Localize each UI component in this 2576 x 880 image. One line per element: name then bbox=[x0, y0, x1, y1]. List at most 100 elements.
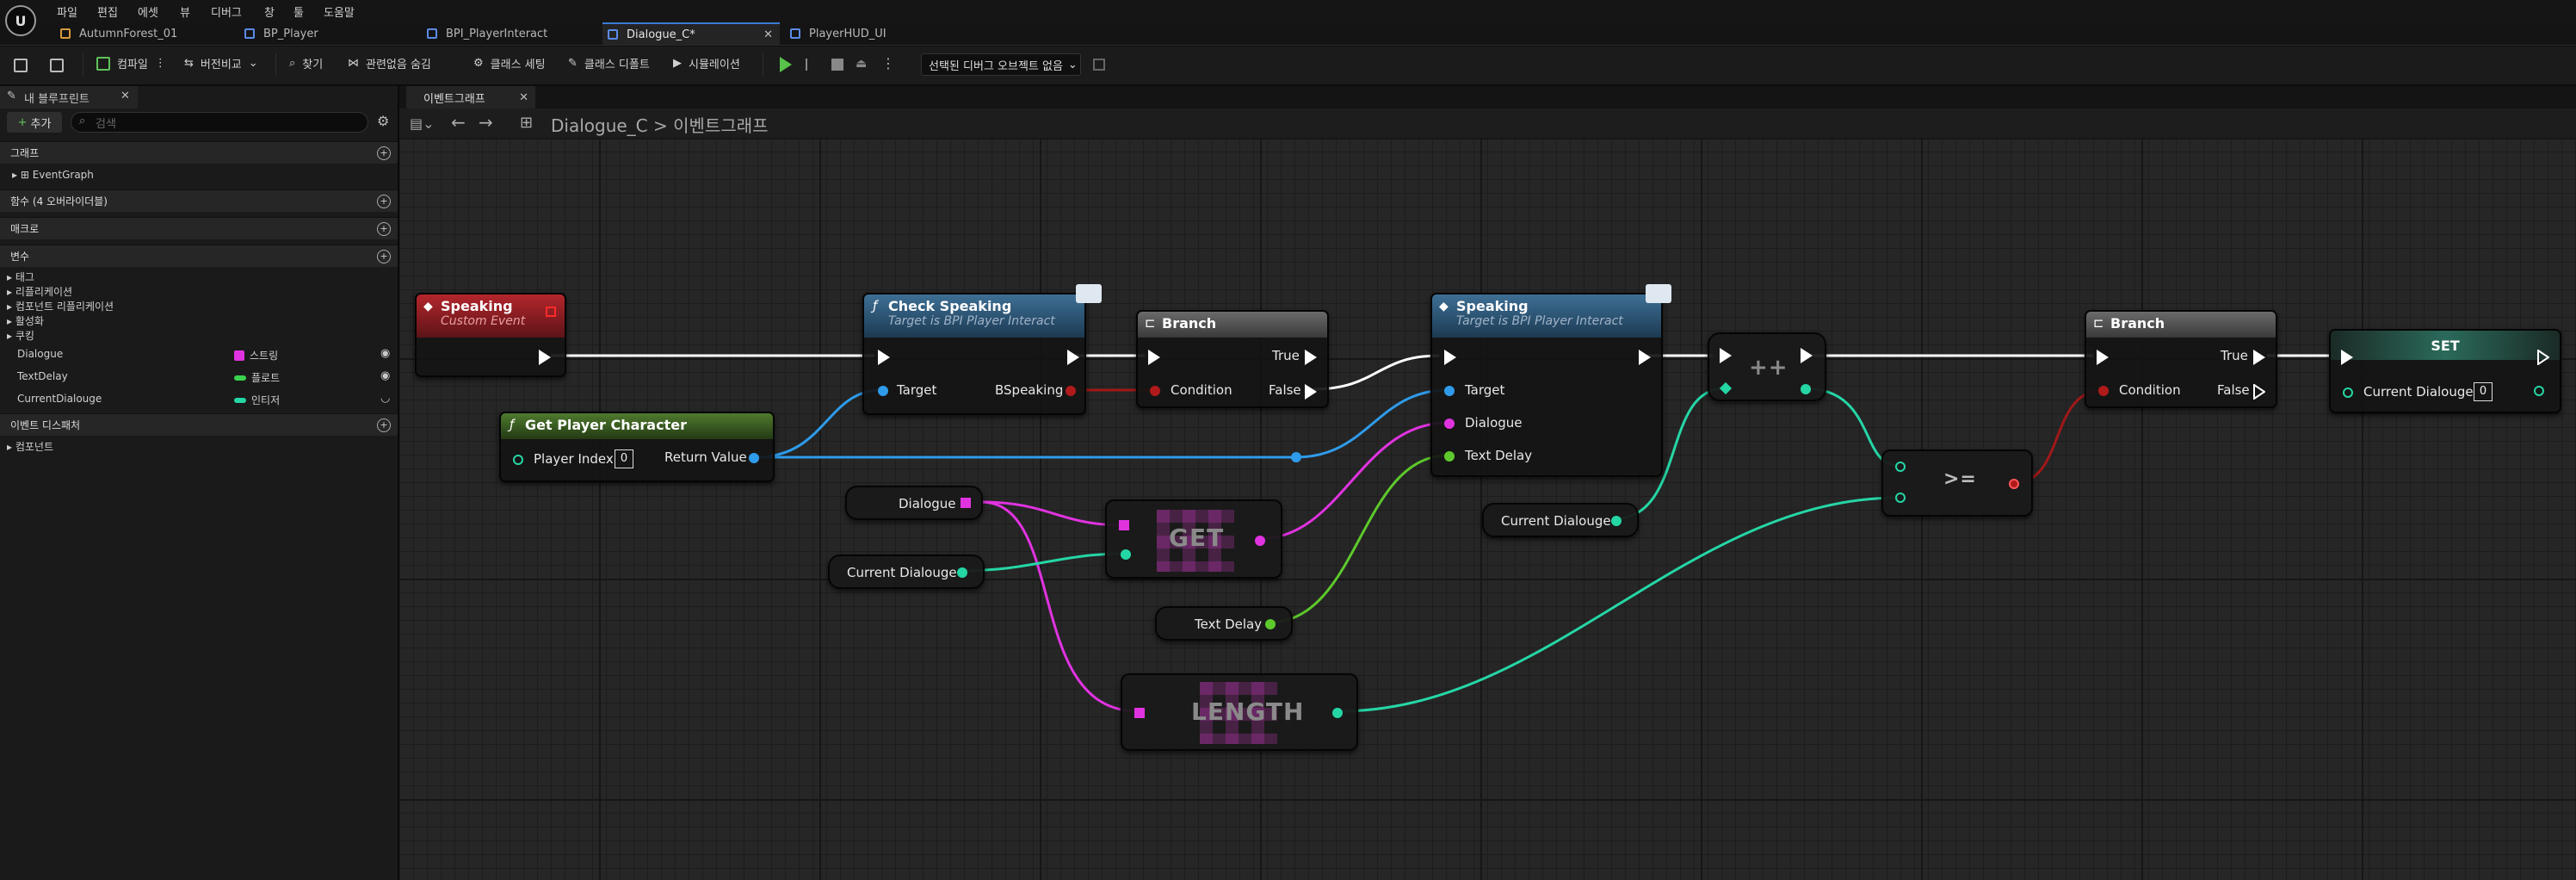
exec-out-pin[interactable] bbox=[1067, 350, 1079, 365]
node-label: GET bbox=[1169, 524, 1225, 552]
pin-label: Condition bbox=[1171, 382, 1232, 398]
b-in-pin[interactable] bbox=[1895, 493, 1906, 503]
text-delay-pin[interactable] bbox=[1444, 451, 1455, 462]
node-speaking-message[interactable]: Speaking Target is BPI Player Interact ◆… bbox=[1430, 284, 1671, 477]
pin-label: Condition bbox=[2119, 382, 2181, 398]
index-in-pin[interactable] bbox=[1121, 549, 1131, 560]
node-header: Check Speaking Target is BPI Player Inte… bbox=[864, 294, 1084, 338]
a-in-pin[interactable] bbox=[1895, 462, 1906, 472]
node-check-speaking[interactable]: Check Speaking Target is BPI Player Inte… bbox=[862, 284, 1102, 415]
target-pin[interactable] bbox=[1444, 386, 1455, 396]
integer-out-pin[interactable] bbox=[957, 567, 967, 578]
current-dialouge-in-pin[interactable] bbox=[2343, 387, 2353, 398]
branch-icon: ⊏ bbox=[2093, 315, 2104, 331]
integer-out-pin[interactable] bbox=[1611, 516, 1622, 526]
node-greater-equal[interactable]: >= bbox=[1881, 449, 2033, 517]
node-get-current-dialouge-2[interactable]: Current Dialouge bbox=[1482, 503, 1639, 537]
pin-label: True bbox=[2221, 348, 2248, 363]
exec-in-pin[interactable] bbox=[1720, 348, 1732, 363]
integer-out-pin[interactable] bbox=[1801, 384, 1811, 394]
string-array-wire bbox=[980, 500, 1125, 527]
player-index-pin[interactable] bbox=[513, 455, 523, 465]
array-in-pin[interactable] bbox=[1134, 708, 1145, 718]
float-wire bbox=[1268, 454, 1449, 624]
array-in-pin[interactable] bbox=[1119, 520, 1129, 530]
exec-in-pin[interactable] bbox=[878, 350, 890, 365]
pin-label: Text Delay bbox=[1465, 448, 1533, 463]
bspeaking-pin[interactable] bbox=[1066, 386, 1076, 396]
current-dialouge-input[interactable]: 0 bbox=[2474, 382, 2493, 401]
variable-label: Current Dialouge bbox=[847, 565, 957, 580]
variable-label: Text Delay bbox=[1195, 617, 1263, 632]
node-set[interactable]: SET Current Dialouge 0 bbox=[2329, 329, 2561, 413]
function-icon: ƒ bbox=[510, 417, 515, 432]
event-icon: ◆ bbox=[423, 300, 433, 313]
node-branch-2[interactable]: Branch ⊏ True Condition False bbox=[2085, 310, 2277, 408]
node-get-text-delay[interactable]: Text Delay bbox=[1155, 606, 1293, 641]
pin-label: Return Value bbox=[664, 449, 747, 465]
pin-label: Target bbox=[1465, 382, 1505, 398]
node-branch[interactable]: Branch ⊏ True Condition False bbox=[1136, 310, 1329, 408]
pin-label: False bbox=[2217, 382, 2250, 398]
string-array-pin[interactable] bbox=[961, 498, 971, 508]
node-label: LENGTH bbox=[1191, 697, 1305, 726]
pin-label: Dialogue bbox=[1465, 415, 1523, 431]
false-exec-pin[interactable] bbox=[1305, 384, 1317, 400]
variable-label: Dialogue bbox=[899, 496, 956, 511]
node-subtitle: Target is BPI Player Interact bbox=[1456, 314, 1623, 328]
variable-label: Current Dialouge bbox=[1501, 513, 1611, 529]
exec-in-pin[interactable] bbox=[2341, 350, 2353, 365]
pin-label: Target bbox=[897, 382, 937, 398]
pin-label: BSpeaking bbox=[995, 382, 1064, 398]
integer-out-pin[interactable] bbox=[1332, 708, 1343, 718]
node-header: Get Player Character bbox=[501, 413, 773, 439]
node-title: Speaking bbox=[1456, 298, 1529, 314]
node-header: Speaking Custom Event bbox=[417, 294, 565, 338]
event-icon: ◆ bbox=[1439, 300, 1449, 313]
pin-label: Current Dialouge bbox=[2363, 384, 2474, 400]
exec-out-pin[interactable] bbox=[539, 350, 551, 365]
node-label: ++ bbox=[1749, 355, 1788, 381]
node-get-player-character[interactable]: Get Player Character ƒ Player Index 0 Re… bbox=[499, 412, 775, 482]
branch-icon: ⊏ bbox=[1145, 315, 1156, 331]
node-header: Speaking Target is BPI Player Interact bbox=[1432, 294, 1661, 338]
player-index-input[interactable]: 0 bbox=[615, 449, 633, 468]
return-value-pin[interactable] bbox=[749, 453, 759, 463]
pin-label: False bbox=[1269, 382, 1301, 398]
node-label: >= bbox=[1943, 468, 1977, 490]
node-title: Branch bbox=[1162, 315, 1217, 332]
exec-out-pin[interactable] bbox=[2537, 349, 2550, 369]
interface-message-icon bbox=[1076, 284, 1102, 303]
exec-out-pin[interactable] bbox=[1801, 348, 1813, 363]
node-get-current-dialouge[interactable]: Current Dialouge bbox=[828, 555, 985, 589]
node-subtitle: Target is BPI Player Interact bbox=[888, 314, 1055, 328]
object-wire bbox=[756, 388, 1449, 459]
node-speaking-event[interactable]: Speaking Custom Event ◆ bbox=[415, 293, 566, 377]
node-array-length[interactable]: LENGTH bbox=[1121, 673, 1358, 751]
function-icon: ƒ bbox=[873, 298, 878, 313]
exec-out-pin[interactable] bbox=[1639, 350, 1651, 365]
wire-reroute-knot[interactable] bbox=[1291, 452, 1301, 462]
delegate-pin[interactable] bbox=[546, 307, 556, 317]
node-array-get[interactable]: GET bbox=[1105, 499, 1282, 579]
bool-out-pin[interactable] bbox=[2009, 479, 2019, 489]
true-exec-pin[interactable] bbox=[2253, 350, 2265, 365]
integer-ref-pin[interactable] bbox=[1719, 381, 1733, 395]
condition-pin[interactable] bbox=[2098, 386, 2109, 396]
node-increment[interactable]: ++ bbox=[1708, 332, 1826, 401]
true-exec-pin[interactable] bbox=[1305, 350, 1317, 365]
exec-in-pin[interactable] bbox=[1444, 350, 1456, 365]
target-pin[interactable] bbox=[878, 386, 888, 396]
exec-wire bbox=[1313, 354, 1440, 391]
condition-pin[interactable] bbox=[1150, 386, 1160, 396]
current-dialouge-out-pin[interactable] bbox=[2534, 386, 2544, 396]
string-out-pin[interactable] bbox=[1255, 536, 1265, 546]
unreal-logo-icon[interactable]: U bbox=[5, 5, 36, 36]
node-title: SET bbox=[2431, 338, 2460, 354]
exec-in-pin[interactable] bbox=[2097, 350, 2109, 365]
float-out-pin[interactable] bbox=[1265, 619, 1276, 629]
dialogue-pin[interactable] bbox=[1444, 418, 1455, 429]
node-get-dialogue[interactable]: Dialogue bbox=[845, 486, 983, 520]
interface-message-icon bbox=[1646, 284, 1671, 303]
exec-in-pin[interactable] bbox=[1148, 350, 1160, 365]
